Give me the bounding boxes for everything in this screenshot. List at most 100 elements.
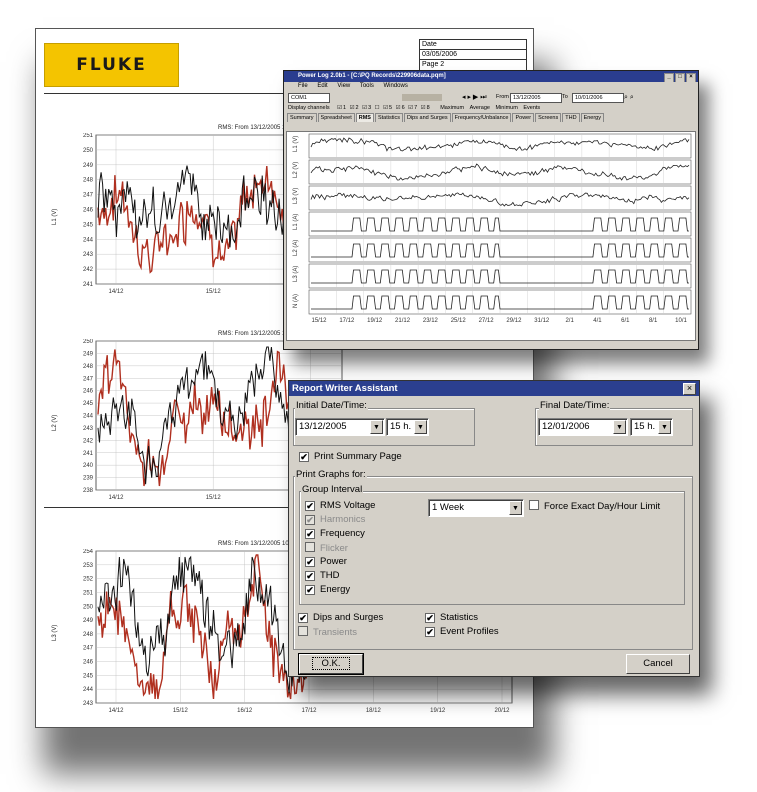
checkbox-icon[interactable]: ✔	[298, 613, 308, 623]
force-exact-checkbox[interactable]: Force Exact Day/Hour Limit	[529, 500, 660, 513]
y-tick-label: 241	[83, 282, 94, 288]
tab-dips-surges[interactable]: Dips and Surges	[403, 113, 451, 122]
channel-checkboxes[interactable]: ☑1 ☑2 ☑3 ☐ ☑5 ☑6 ☑7 ☑8	[337, 105, 431, 111]
graph-rms-voltage[interactable]: ✔ RMS Voltage	[305, 500, 375, 512]
y-tick-label: 249	[83, 618, 94, 624]
powerlog-tabs: Summary Spreadsheet RMS Statistics Dips and …	[284, 113, 698, 122]
initial-hour-dropdown[interactable]: 15 h. ▼	[386, 418, 429, 436]
y-tick-label: 240	[83, 463, 94, 469]
close-icon[interactable]: ×	[686, 73, 696, 82]
y-tick-label: 244	[83, 687, 94, 693]
minimize-icon[interactable]: _	[664, 73, 674, 82]
checkbox-icon[interactable]: ✔	[305, 571, 315, 581]
tab-summary[interactable]: Summary	[287, 113, 317, 122]
header-date-label: Date	[420, 40, 526, 50]
x-tick-label: 15/12	[311, 318, 327, 324]
initial-date-dropdown[interactable]: 13/12/2005 ▼	[295, 418, 385, 436]
cancel-button[interactable]: Cancel	[626, 654, 690, 674]
graph-frequency[interactable]: ✔ Frequency	[305, 528, 365, 540]
chart-title: RMS: From 13/12/2005 10:3	[218, 541, 294, 547]
legend-minimum[interactable]: Minimum	[496, 105, 518, 111]
checkbox-icon[interactable]: ✔	[305, 501, 315, 511]
to-label: To	[562, 94, 568, 100]
dialog-titlebar[interactable]: Report Writer Assistant ×	[289, 381, 699, 396]
menu-bar: File Edit View Tools Windows	[284, 82, 698, 91]
statistics-checkbox[interactable]: ✔ Statistics	[425, 612, 478, 624]
y-tick-label: 248	[83, 178, 94, 184]
final-date-dropdown[interactable]: 12/01/2006 ▼	[538, 418, 628, 436]
graph-thd[interactable]: ✔ THD	[305, 570, 340, 582]
maximize-icon[interactable]: □	[675, 73, 685, 82]
toolbar-icons[interactable]	[402, 94, 442, 101]
rms-plot-area[interactable]: L1 (V) L2 (V) L3 (V) L1 (A) L2 (A) L3 (A) N (A…	[286, 131, 696, 341]
checkbox-icon[interactable]: ✔	[425, 627, 435, 637]
menu-edit[interactable]: Edit	[317, 83, 327, 89]
x-tick-label: 18/12	[366, 708, 382, 714]
graph-power[interactable]: ✔ Power	[305, 556, 347, 568]
tab-frequency-unbalance[interactable]: Frequency/Unbalance	[451, 113, 512, 122]
y-tick-label: 246	[83, 389, 94, 395]
checkbox-icon[interactable]: ✔	[305, 529, 315, 539]
playback-icons[interactable]: ◂ ▸ ▶ ⏭	[462, 94, 492, 101]
checkbox-icon[interactable]	[529, 500, 539, 510]
tab-rms[interactable]: RMS	[355, 113, 374, 122]
x-tick-label: 23/12	[423, 318, 439, 324]
y-tick-label: 250	[83, 339, 94, 345]
channels-label: Display channels	[288, 105, 330, 111]
from-date[interactable]: 13/12/2005	[510, 93, 562, 103]
x-tick-label: 31/12	[534, 318, 550, 324]
checkbox-icon[interactable]: ✔	[425, 613, 435, 623]
tab-screens[interactable]: Screens	[535, 113, 562, 122]
x-tick-label: 19/12	[430, 708, 446, 714]
legend-events[interactable]: Events	[523, 105, 540, 111]
strip-label: L3 (V)	[293, 188, 299, 204]
chevron-down-icon[interactable]: ▼	[414, 420, 427, 434]
tab-thd[interactable]: THD	[562, 113, 580, 122]
checkbox-icon[interactable]: ✔	[305, 585, 315, 595]
window-title: Power Log 2.0b1 - [C:\PQ Records\229906d…	[298, 73, 446, 79]
final-hour-dropdown[interactable]: 15 h. ▼	[630, 418, 673, 436]
powerlog-titlebar[interactable]: Power Log 2.0b1 - [C:\PQ Records\229906d…	[284, 71, 698, 82]
chevron-down-icon[interactable]: ▼	[613, 420, 626, 434]
legend-maximum[interactable]: Maximum	[440, 105, 464, 111]
y-tick-label: 251	[83, 133, 94, 139]
menu-file[interactable]: File	[298, 83, 308, 89]
dips-surges-checkbox[interactable]: ✔ Dips and Surges	[298, 612, 383, 624]
y-tick-label: 245	[83, 401, 94, 407]
tab-spreadsheet[interactable]: Spreadsheet	[317, 113, 355, 122]
tab-energy[interactable]: Energy	[580, 113, 604, 122]
menu-windows[interactable]: Windows	[384, 83, 408, 89]
final-date-label: Final Date/Time:	[539, 400, 611, 411]
close-icon[interactable]: ×	[683, 383, 696, 395]
chevron-down-icon[interactable]: ▼	[658, 420, 671, 434]
x-tick-label: 25/12	[451, 318, 467, 324]
y-tick-label: 243	[83, 252, 94, 258]
chevron-down-icon[interactable]: ▼	[509, 501, 522, 515]
checkbox-icon	[305, 542, 315, 552]
y-tick-label: 254	[83, 549, 94, 555]
zoom-icon[interactable]: ⌕ ⌕	[624, 93, 634, 102]
x-tick-label: 15/12	[173, 708, 189, 714]
menu-tools[interactable]: Tools	[360, 83, 374, 89]
y-tick-label: 248	[83, 364, 94, 370]
interval-dropdown[interactable]: 1 Week ▼	[428, 499, 524, 517]
port-select[interactable]: COM1	[288, 93, 330, 103]
y-tick-label: 246	[83, 660, 94, 666]
chevron-down-icon[interactable]: ▼	[370, 420, 383, 434]
y-tick-label: 245	[83, 222, 94, 228]
print-summary-checkbox[interactable]: ✔ Print Summary Page	[299, 451, 402, 463]
to-date[interactable]: 10/01/2006	[572, 93, 624, 103]
ok-button[interactable]: O.K.	[298, 653, 364, 675]
x-tick-label: 16/12	[237, 708, 253, 714]
tab-power[interactable]: Power	[512, 113, 535, 122]
event-profiles-checkbox[interactable]: ✔ Event Profiles	[425, 626, 499, 638]
menu-view[interactable]: View	[337, 83, 350, 89]
graph-energy[interactable]: ✔ Energy	[305, 584, 350, 596]
tab-statistics[interactable]: Statistics	[374, 113, 403, 122]
x-tick-label: 19/12	[367, 318, 383, 324]
x-tick-label: 6/1	[621, 318, 630, 324]
fluke-logo: FLUKE	[44, 43, 179, 87]
checkbox-icon[interactable]: ✔	[305, 557, 315, 567]
checkbox-icon[interactable]: ✔	[299, 452, 309, 462]
legend-average[interactable]: Average	[470, 105, 490, 111]
